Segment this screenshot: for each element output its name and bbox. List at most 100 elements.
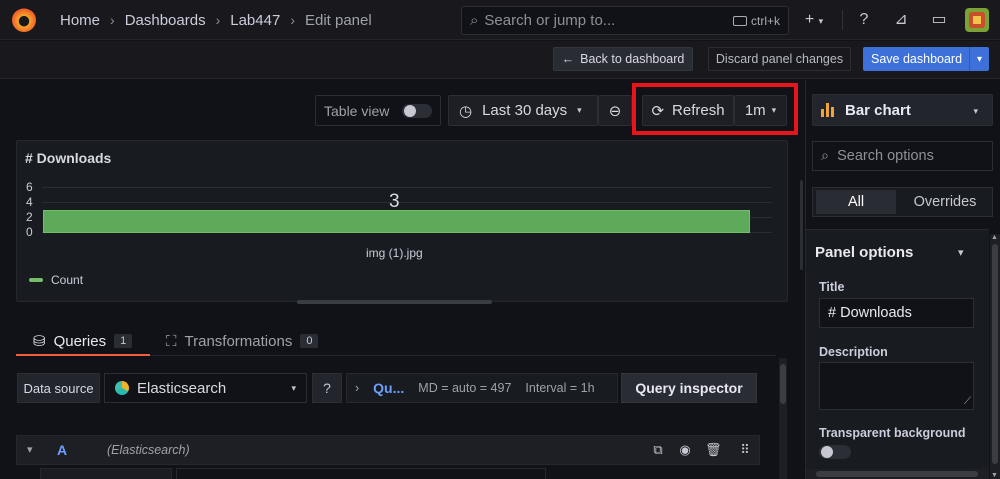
datasource-help-button[interactable]: ? [312, 373, 342, 403]
title-input[interactable]: # Downloads [819, 298, 974, 328]
news-icon[interactable]: ⊿ [890, 10, 912, 30]
tab-queries[interactable]: ⛁ Queries 1 [33, 326, 133, 356]
save-dashboard-button[interactable]: Save dashboard ▾ [863, 47, 989, 71]
tab-label: Transformations [184, 332, 293, 350]
breadcrumb-dashboard[interactable]: Lab447 [230, 12, 280, 29]
section-title[interactable]: Panel options [815, 244, 913, 261]
query-options-label: Qu... [373, 380, 405, 396]
y-tick-label: 4 [26, 195, 33, 209]
query-row-header: ▾ A (Elasticsearch) ⧉ ◉ 🗑 ⠿ [16, 435, 760, 465]
query-ref-id[interactable]: A [57, 442, 67, 458]
chevron-down-icon: ▾ [577, 105, 582, 115]
interval-text: Interval = 1h [525, 381, 595, 395]
eye-icon[interactable]: ◉ [677, 442, 693, 458]
discard-changes-button[interactable]: Discard panel changes [708, 47, 851, 71]
chevron-right-icon: › [215, 12, 221, 28]
legend[interactable]: Count [29, 273, 83, 287]
scrollbar[interactable] [806, 469, 989, 479]
highlight-annotation [632, 83, 798, 135]
table-view-switch[interactable] [402, 104, 432, 118]
database-icon: ⛁ [33, 333, 46, 350]
options-search-placeholder: Search options [837, 148, 934, 164]
options-filter-segment: All Overrides [812, 187, 993, 217]
trash-icon[interactable]: 🗑 [705, 442, 722, 458]
duplicate-icon[interactable]: ⧉ [650, 442, 666, 458]
back-to-dashboard-button[interactable]: ← Back to dashboard [553, 47, 693, 71]
chevron-down-icon[interactable]: ▾ [958, 246, 964, 259]
divider [842, 10, 843, 30]
gridline [42, 202, 772, 203]
chevron-right-icon: › [290, 12, 295, 28]
legend-swatch [29, 278, 43, 282]
kiosk-icon[interactable]: ▭ [928, 10, 950, 30]
pane-splitter[interactable] [800, 180, 803, 270]
query-datasource-name: (Elasticsearch) [107, 443, 190, 457]
zoom-out-icon: ⊖ [608, 102, 622, 120]
shortcut-text: ctrl+k [750, 13, 780, 28]
scrollbar-thumb[interactable] [816, 471, 978, 477]
transparent-field-label: Transparent background [819, 426, 966, 440]
transform-icon: ⛶ [166, 332, 177, 350]
max-datapoints-text: MD = auto = 497 [418, 381, 512, 395]
drag-handle-icon[interactable]: ⠿ [737, 442, 753, 458]
y-tick-label: 2 [26, 210, 33, 224]
segment-overrides[interactable]: Overrides [899, 190, 991, 214]
visualization-name: Bar chart [845, 101, 911, 119]
bar-value-label: 3 [389, 191, 400, 212]
grafana-logo-icon[interactable] [12, 8, 36, 32]
save-button-label: Save dashboard [871, 52, 963, 66]
elasticsearch-icon [115, 381, 129, 395]
description-field-label: Description [819, 345, 888, 359]
tab-transformations[interactable]: ⛶ Transformations 0 [166, 326, 319, 356]
time-range-picker[interactable]: ◷ Last 30 days ▾ [448, 95, 598, 126]
breadcrumb-dashboards[interactable]: Dashboards [125, 12, 206, 29]
tab-count: 0 [300, 334, 319, 348]
tab-label: Queries [53, 332, 107, 350]
search-input[interactable]: ⌕ Search or jump to... ctrl+k [461, 6, 789, 35]
help-icon: ? [323, 380, 331, 396]
datasource-label: Data source [17, 373, 100, 403]
datasource-name: Elasticsearch [137, 379, 227, 397]
search-icon: ⌕ [470, 12, 479, 29]
scrollbar-thumb[interactable] [780, 364, 786, 404]
zoom-out-button[interactable]: ⊖ [598, 95, 632, 126]
search-icon: ⌕ [821, 148, 830, 164]
visualization-picker[interactable]: Bar chart ▾ [812, 94, 993, 126]
scrollbar-thumb[interactable] [992, 244, 998, 464]
breadcrumb-home[interactable]: Home [60, 12, 100, 29]
query-options[interactable]: › Qu... MD = auto = 497 Interval = 1h [346, 373, 618, 403]
options-search-input[interactable]: ⌕ Search options [812, 141, 993, 171]
segment-all[interactable]: All [816, 190, 896, 214]
gridline [42, 187, 772, 188]
scroll-down-icon[interactable]: ▼ [991, 472, 998, 479]
keyboard-icon [732, 15, 747, 26]
transparent-background-switch[interactable] [819, 445, 851, 459]
panel-resize-handle[interactable] [297, 300, 492, 304]
query-input[interactable] [176, 468, 546, 479]
chevron-down-icon[interactable]: ▾ [27, 443, 33, 456]
keyboard-shortcut: ctrl+k [732, 13, 780, 28]
chevron-down-icon[interactable]: ▾ [969, 47, 989, 71]
tab-count: 1 [114, 334, 133, 348]
legend-label: Count [51, 273, 84, 287]
avatar[interactable] [965, 8, 989, 32]
datasource-picker[interactable]: Elasticsearch ▾ [104, 373, 307, 403]
query-inspector-button[interactable]: Query inspector [621, 373, 757, 403]
scroll-up-icon[interactable]: ▲ [991, 234, 998, 241]
chevron-right-icon: › [355, 381, 360, 395]
description-textarea[interactable]: ⟋ [819, 362, 974, 410]
scrollbar[interactable] [779, 358, 787, 479]
resize-handle-icon[interactable]: ⟋ [964, 396, 971, 407]
plus-icon[interactable]: + ▾ [797, 10, 831, 30]
clock-icon: ◷ [459, 102, 473, 120]
table-view-label: Table view [324, 102, 390, 119]
chart-bar[interactable] [43, 210, 750, 233]
help-icon[interactable]: ? [853, 10, 875, 30]
scrollbar[interactable]: ▲ ▼ [990, 234, 1000, 479]
chevron-down-icon: ▾ [291, 382, 296, 393]
table-view-toggle[interactable]: Table view [315, 95, 441, 126]
arrow-left-icon: ← [561, 52, 575, 66]
search-placeholder: Search or jump to... [484, 12, 616, 29]
query-type-field[interactable] [40, 468, 172, 479]
x-tick-label: img (1).jpg [366, 246, 423, 260]
